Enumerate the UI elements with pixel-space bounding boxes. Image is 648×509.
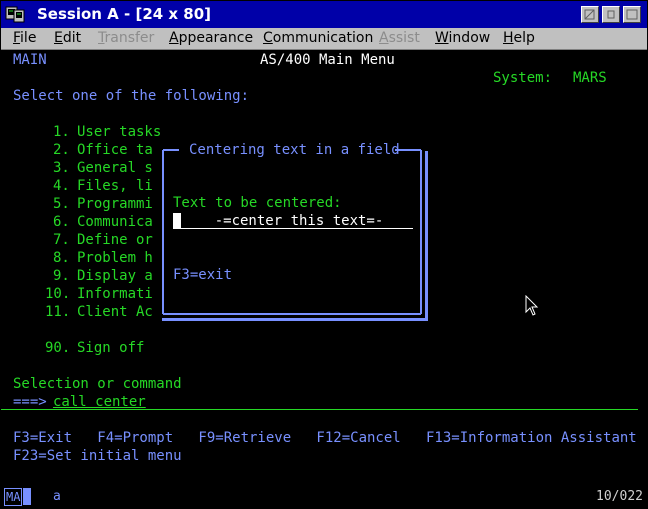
select-prompt: Select one of the following: — [13, 88, 250, 104]
menu-help[interactable]: Help — [503, 30, 535, 46]
popup-border — [162, 149, 422, 315]
minimize-icon — [584, 9, 595, 20]
popup-window: Centering text in a field Text to be cen… — [159, 142, 425, 318]
menu-id: MAIN — [13, 52, 47, 68]
menu-assist[interactable]: Assist — [379, 30, 420, 46]
text-cursor — [173, 213, 181, 228]
selection-label: Selection or command — [13, 376, 182, 392]
screen-title: AS/400 Main Menu — [260, 52, 395, 68]
mouse-pointer-icon — [525, 295, 539, 316]
popup-field-label: Text to be centered: — [173, 195, 342, 211]
option-number: 9. — [53, 268, 70, 284]
system-name: MARS — [573, 70, 607, 86]
maximize-icon — [607, 10, 615, 19]
option-number: 11. — [45, 304, 71, 320]
option-number: 2. — [53, 142, 70, 158]
popup-title: Centering text in a field — [189, 142, 400, 158]
option-number: 5. — [53, 196, 70, 212]
separator-line — [1, 409, 638, 410]
option-number: 6. — [53, 214, 70, 230]
option-text: Display a — [77, 268, 153, 284]
option-number: 7. — [53, 232, 70, 248]
option-text: User tasks — [77, 124, 162, 140]
option-text: Define or — [77, 232, 153, 248]
menu-appearance[interactable]: Appearance — [169, 30, 253, 46]
option-text: General s — [77, 160, 153, 176]
emulator-window: Session A - [24 x 80] File Edit Transfer… — [0, 0, 648, 509]
option-number: 1. — [53, 124, 70, 140]
option-text: Communica — [77, 214, 153, 230]
option-text: Client Ac — [77, 304, 153, 320]
menu-edit[interactable]: Edit — [54, 30, 81, 46]
title-bar[interactable]: Session A - [24 x 80] — [1, 1, 647, 28]
option-text: Files, li — [77, 178, 153, 194]
cursor-position: 10/022 — [596, 489, 643, 504]
session-letter: a — [53, 489, 61, 504]
option-number: 90. — [45, 340, 71, 356]
status-bar: MA a 10/022 — [1, 486, 647, 508]
field-underline — [173, 228, 413, 229]
session-indicator: MA — [4, 488, 23, 506]
option-text: Sign off — [77, 340, 145, 356]
option-text: Problem h — [77, 250, 153, 266]
option-text: Office ta — [77, 142, 153, 158]
menu-communication[interactable]: Communication — [263, 30, 373, 46]
function-keys-line-1: F3=Exit F4=Prompt F9=Retrieve F12=Cancel… — [13, 430, 637, 446]
popup-fkey: F3=exit — [173, 267, 233, 283]
terminal-app-icon[interactable] — [5, 5, 25, 23]
terminal-screen[interactable]: MAIN AS/400 Main Menu System: MARS Selec… — [1, 50, 647, 486]
option-text: Programmi — [77, 196, 153, 212]
menu-bar: File Edit Transfer Appearance Communicat… — [1, 28, 647, 50]
menu-file[interactable]: File — [13, 30, 36, 46]
function-keys-line-2: F23=Set initial menu — [13, 448, 182, 464]
restore-button[interactable] — [623, 6, 641, 23]
option-text: Informati — [77, 286, 153, 302]
option-number: 10. — [45, 286, 71, 302]
menu-transfer[interactable]: Transfer — [98, 30, 154, 46]
maximize-button[interactable] — [602, 6, 620, 23]
minimize-button[interactable] — [581, 6, 599, 23]
menu-window[interactable]: Window — [435, 30, 490, 46]
status-block — [23, 488, 31, 505]
option-number: 3. — [53, 160, 70, 176]
option-number: 4. — [53, 178, 70, 194]
window-title: Session A - [24 x 80] — [37, 5, 212, 23]
restore-icon — [626, 9, 638, 20]
option-number: 8. — [53, 250, 70, 266]
system-label: System: — [493, 70, 553, 86]
